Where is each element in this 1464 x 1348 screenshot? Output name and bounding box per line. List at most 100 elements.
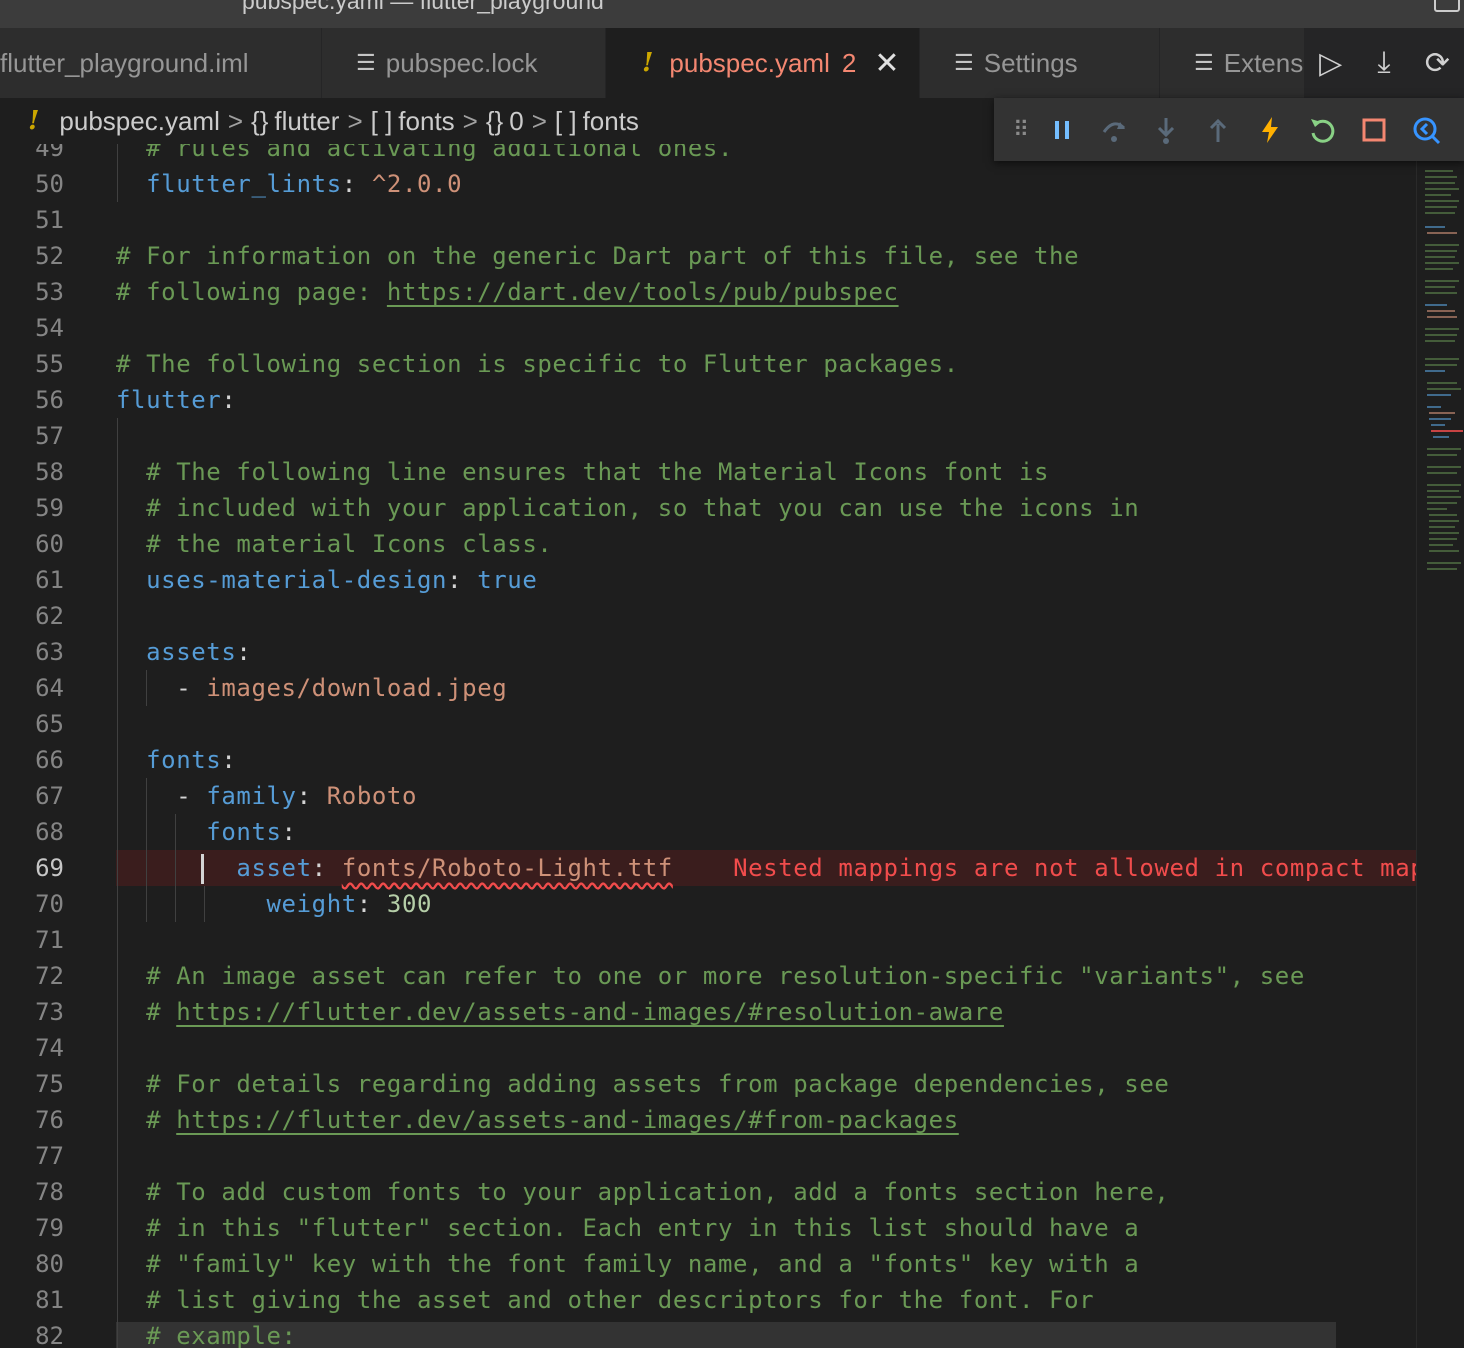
comment: # in this "flutter" section. Each entry … xyxy=(146,1214,1140,1242)
code-line: # The following section is specific to F… xyxy=(116,346,959,382)
restart-icon[interactable] xyxy=(1296,110,1348,150)
code-line: # following page: https://dart.dev/tools… xyxy=(116,274,899,310)
code-line: # The following line ensures that the Ma… xyxy=(116,454,1049,490)
yaml-key: assets xyxy=(146,638,237,666)
tab-label: pubspec.lock xyxy=(385,47,538,78)
comment: # example: xyxy=(146,1322,297,1348)
yaml-value: Roboto xyxy=(326,782,418,810)
code-line: fonts: xyxy=(206,818,297,846)
breadcrumb-item[interactable]: flutter xyxy=(274,106,339,137)
line-number: 59 xyxy=(35,494,64,522)
pause-icon[interactable] xyxy=(1036,110,1088,150)
code-line: - family: Roboto xyxy=(176,782,418,810)
line-number: 62 xyxy=(35,602,64,630)
comment-link[interactable]: https://flutter.dev/assets-and-images/#r… xyxy=(176,998,1004,1026)
step-into-icon[interactable] xyxy=(1140,110,1192,150)
breadcrumb-item[interactable]: fonts xyxy=(583,106,639,137)
yaml-key: fonts xyxy=(206,818,282,846)
tab-settings[interactable]: ☰ Settings xyxy=(920,28,1160,98)
hot-reload-icon[interactable] xyxy=(1244,110,1296,150)
editor-actions: ▷ ⤓ ⟳ xyxy=(1304,28,1464,98)
line-number: 52 xyxy=(35,242,64,270)
close-icon[interactable]: ✕ xyxy=(874,46,899,81)
chevron-right-icon: > xyxy=(227,105,244,136)
yaml-key: flutter xyxy=(116,386,222,414)
code-line: weight: 300 xyxy=(266,890,433,918)
line-number-current: 69 xyxy=(35,854,64,882)
code-line: uses-material-design: true xyxy=(146,566,538,594)
comment-link[interactable]: https://flutter.dev/assets-and-images/#f… xyxy=(176,1106,959,1134)
line-number: 72 xyxy=(35,962,64,990)
line-number: 50 xyxy=(35,170,64,198)
tab-extensions[interactable]: ☰ Extens xyxy=(1160,28,1310,98)
line-number: 73 xyxy=(35,998,64,1026)
code-line: - images/download.jpeg xyxy=(176,674,508,702)
code-line: # list giving the asset and other descri… xyxy=(116,1282,1094,1318)
comment: # included with your application, so tha… xyxy=(146,494,1140,522)
minimap[interactable] xyxy=(1416,144,1464,1348)
lines-icon: ☰ xyxy=(954,50,974,75)
line-number: 66 xyxy=(35,746,64,774)
step-out-icon[interactable] xyxy=(1192,110,1244,150)
comment: # For details regarding adding assets fr… xyxy=(146,1070,1170,1098)
download-icon[interactable]: ⤓ xyxy=(1364,46,1404,80)
yaml-key: family xyxy=(206,782,297,810)
debug-toolbar: ⠿ xyxy=(994,98,1464,161)
tab-pubspec-lock[interactable]: ☰ pubspec.lock xyxy=(322,28,606,98)
line-number: 75 xyxy=(35,1070,64,1098)
code-editor[interactable]: 49 50 51 52 53 54 55 56 57 58 59 60 61 6… xyxy=(0,144,1416,1348)
line-number: 78 xyxy=(35,1178,64,1206)
line-number: 76 xyxy=(35,1106,64,1134)
line-number: 54 xyxy=(35,314,64,342)
line-number: 80 xyxy=(35,1250,64,1278)
sync-icon[interactable]: ⟳ xyxy=(1417,46,1457,81)
inline-error-message: Nested mappings are not allowed in compa… xyxy=(733,854,1416,882)
comment-link[interactable]: https://dart.dev/tools/pub/pubspec xyxy=(387,278,899,306)
line-number: 57 xyxy=(35,422,64,450)
chevron-right-icon: > xyxy=(462,105,478,136)
code-line: # An image asset can refer to one or mor… xyxy=(116,958,1305,994)
yaml-key: uses-material-design xyxy=(146,566,448,594)
lines-icon: ☰ xyxy=(1194,50,1214,75)
step-over-icon[interactable] xyxy=(1088,110,1140,150)
code-line: # For information on the generic Dart pa… xyxy=(116,238,1079,274)
code-line: # https://flutter.dev/assets-and-images/… xyxy=(146,998,1004,1026)
code-line: # included with your application, so tha… xyxy=(116,490,1139,526)
breadcrumb-file[interactable]: pubspec.yaml xyxy=(59,106,219,137)
code-line: fonts: xyxy=(146,746,237,774)
devtools-icon[interactable] xyxy=(1400,110,1452,150)
code-line: # example: xyxy=(116,1318,297,1348)
drag-handle-icon[interactable]: ⠿ xyxy=(1006,110,1036,150)
layout-icon[interactable] xyxy=(1434,0,1460,12)
comment: # list giving the asset and other descri… xyxy=(146,1286,1095,1314)
comment: # For information on the generic Dart pa… xyxy=(116,242,1080,270)
line-number: 67 xyxy=(35,782,64,810)
tab-bar: flutter_playground.iml ☰ pubspec.lock ! … xyxy=(0,28,1464,98)
line-number-gutter: 49 50 51 52 53 54 55 56 57 58 59 60 61 6… xyxy=(0,144,100,1348)
line-number: 56 xyxy=(35,386,64,414)
comment: # the material Icons class. xyxy=(146,530,553,558)
stop-icon[interactable] xyxy=(1348,110,1400,150)
breadcrumb-item[interactable]: 0 xyxy=(509,106,523,137)
comment: # following page: xyxy=(116,278,387,306)
run-icon[interactable]: ▷ xyxy=(1311,46,1351,81)
code-line: flutter_lints: ^2.0.0 xyxy=(146,170,463,198)
title-bar: pubspec.yaml — flutter_playground xyxy=(0,0,1464,28)
code-line: # For details regarding adding assets fr… xyxy=(116,1066,1169,1102)
breadcrumb-item[interactable]: fonts xyxy=(398,106,454,137)
comment: # The following section is specific to F… xyxy=(116,350,959,378)
code-line: # To add custom fonts to your applicatio… xyxy=(116,1174,1169,1210)
problem-count-badge: 2 xyxy=(841,47,857,78)
chevron-right-icon: > xyxy=(531,105,547,136)
tab-flutter-playground-iml[interactable]: flutter_playground.iml xyxy=(0,28,322,98)
warning-icon: ! xyxy=(28,106,40,136)
tab-label: Extens xyxy=(1223,47,1304,78)
yaml-value: 300 xyxy=(386,890,433,918)
tab-pubspec-yaml[interactable]: ! pubspec.yaml 2 ✕ xyxy=(606,28,920,98)
yaml-value-error: fonts/Roboto-Light.ttf xyxy=(341,854,673,882)
comment: # An image asset can refer to one or mor… xyxy=(146,962,1305,990)
yaml-key: fonts xyxy=(146,746,222,774)
code-line: # https://flutter.dev/assets-and-images/… xyxy=(146,1106,959,1134)
yaml-value: ^2.0.0 xyxy=(371,170,463,198)
line-number: 65 xyxy=(35,710,64,738)
